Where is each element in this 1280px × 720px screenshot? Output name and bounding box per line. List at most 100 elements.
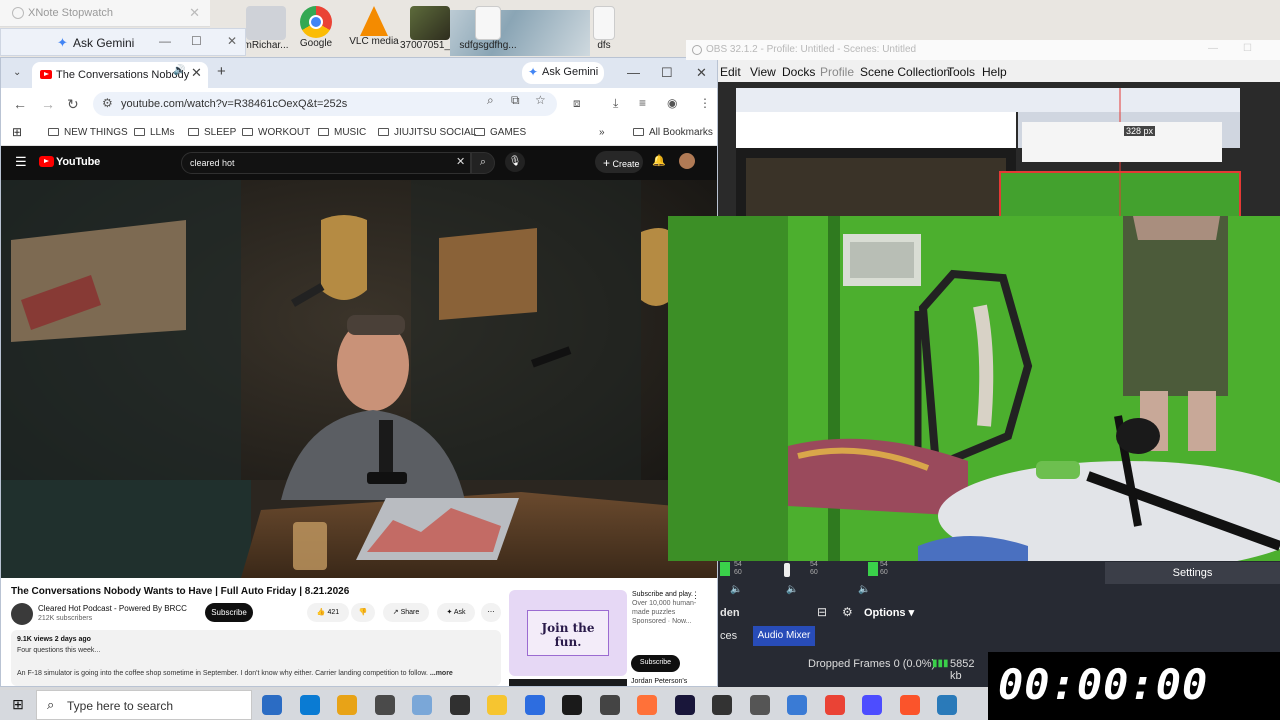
ask-gemini-button[interactable]: ✦ Ask Gemini	[522, 62, 604, 84]
youtube-search-input[interactable]: cleared hot	[181, 152, 471, 174]
channel-avatar[interactable]	[11, 603, 33, 625]
dock-gear-icon[interactable]: ⚙	[842, 605, 853, 619]
like-button[interactable]: 👍 421	[307, 603, 349, 622]
hamburger-menu-icon[interactable]: ☰	[15, 154, 27, 170]
taskbar-app-icon[interactable]	[412, 695, 432, 715]
taskbar-app-icon[interactable]	[899, 695, 920, 715]
taskbar-app-icon[interactable]	[937, 695, 957, 715]
obs-menu-profile[interactable]: Profile	[820, 65, 854, 79]
tab-search-chevron-icon[interactable]: ⌄	[13, 67, 21, 78]
taskbar-app-icon[interactable]	[674, 695, 695, 715]
subscribe-button[interactable]: Subscribe	[205, 603, 253, 622]
taskbar-app-icon[interactable]	[337, 695, 357, 715]
voice-search-mic-icon[interactable]: 🎙	[505, 152, 525, 172]
back-arrow-icon[interactable]: ←	[13, 96, 27, 112]
obs-options-dropdown[interactable]: Options ▾	[864, 604, 934, 622]
obs-preview-canvas[interactable]: 328 px	[718, 82, 1280, 218]
obs-settings-button[interactable]: Settings	[1105, 562, 1280, 584]
taskbar-app-icon[interactable]	[749, 695, 770, 715]
bookmark-folder-music[interactable]: MUSIC	[318, 127, 366, 138]
clear-search-icon[interactable]: ✕	[456, 155, 465, 168]
install-app-icon[interactable]: ⧉	[511, 93, 520, 108]
ad-subscribe-button[interactable]: Subscribe	[631, 655, 680, 672]
description-box[interactable]: 9.1K views 2 days ago Four questions thi…	[11, 630, 501, 686]
dislike-button[interactable]: 👎	[351, 603, 375, 622]
share-button[interactable]: ↗ Share	[383, 603, 429, 622]
more-menu-icon[interactable]: ⋮	[699, 96, 711, 110]
next-video-thumbnail[interactable]	[509, 679, 627, 686]
site-info-icon[interactable]: ⚙	[102, 96, 113, 110]
dock-list-icon[interactable]: ⊟	[817, 605, 827, 619]
taskbar-search-box[interactable]: ⌕ Type here to search	[36, 690, 252, 720]
window-close-button[interactable]: ✕	[696, 65, 707, 81]
taskbar-app-icon[interactable]	[824, 695, 845, 715]
channel-name[interactable]: Cleared Hot Podcast - Powered By BRCC	[38, 604, 187, 613]
bookmark-folder-new-things[interactable]: NEW THINGS	[48, 127, 128, 138]
obs-menu-view[interactable]: View	[750, 65, 776, 79]
ad-menu-icon[interactable]: ⋮	[691, 590, 700, 601]
desktop-icon-document[interactable]: sdfgsgdfhg...	[458, 6, 518, 56]
obs-titlebar[interactable]: OBS 32.1.2 - Profile: Untitled - Scenes:…	[686, 40, 1280, 60]
zoom-icon[interactable]: ⌕	[487, 93, 494, 108]
desktop-icon-vlc[interactable]: VLC media	[344, 6, 404, 56]
bookmark-folder-jiujitsu-social[interactable]: JIUJITSU SOCIAL	[378, 127, 476, 138]
bookmark-star-icon[interactable]: ☆	[535, 93, 546, 107]
taskbar-app-icon[interactable]	[299, 695, 320, 715]
ask-gemini-floating-bar[interactable]: ✦ Ask Gemini — ☐ ✕	[0, 28, 246, 56]
dock-tab-hidden[interactable]: den	[720, 607, 740, 619]
taskbar-app-icon[interactable]	[449, 695, 470, 715]
download-icon[interactable]: ⤓	[613, 96, 618, 111]
more-link[interactable]: ...more	[430, 670, 453, 677]
extensions-puzzle-icon[interactable]: ⧈	[573, 96, 581, 111]
new-tab-button[interactable]: +	[217, 63, 226, 80]
account-avatar[interactable]	[679, 153, 695, 169]
obs-minimize-icon[interactable]: —	[1208, 43, 1218, 54]
taskbar-app-icon[interactable]	[524, 695, 545, 715]
youtube-logo[interactable]: YouTube	[39, 156, 100, 168]
all-bookmarks-folder[interactable]: All Bookmarks	[633, 127, 713, 138]
taskbar-app-icon[interactable]	[712, 695, 732, 715]
search-icon[interactable]: ⌕	[471, 152, 495, 174]
apps-grid-icon[interactable]: ⊞	[12, 125, 22, 139]
taskbar-app-icon[interactable]	[487, 695, 507, 715]
dock-tab-sources[interactable]: ces	[720, 630, 737, 642]
close-icon[interactable]: ✕	[227, 34, 237, 48]
taskbar-app-icon[interactable]	[374, 695, 395, 715]
bookmark-folder-sleep[interactable]: SLEEP	[188, 127, 236, 138]
taskbar-app-icon[interactable]	[262, 695, 282, 715]
speaker-icon[interactable]: 🔊	[173, 65, 185, 76]
profile-avatar-icon[interactable]: ◉	[667, 96, 677, 110]
create-button[interactable]: + Create	[595, 151, 643, 173]
speaker-icon[interactable]: 🔈	[858, 584, 870, 595]
tab-close-icon[interactable]: ✕	[191, 65, 202, 81]
volume-slider-handle[interactable]	[784, 563, 790, 577]
desktop-icon-document-2[interactable]: dfs	[574, 6, 634, 56]
ask-button[interactable]: ✦ Ask	[437, 603, 475, 622]
obs-maximize-icon[interactable]: ☐	[1243, 43, 1252, 54]
obs-audio-mixer-tab[interactable]: Audio Mixer	[753, 626, 815, 646]
taskbar-app-icon[interactable]	[562, 695, 582, 715]
next-video-channel[interactable]: Jordan Peterson's	[631, 678, 687, 685]
obs-menu-scene-collection[interactable]: Scene Collection	[860, 65, 950, 79]
bookmark-folder-llms[interactable]: LLMs	[134, 127, 174, 138]
video-player[interactable]: ☝	[1, 180, 717, 578]
obs-menu-docks[interactable]: Docks	[782, 65, 815, 79]
notifications-bell-icon[interactable]: 🔔	[652, 154, 666, 167]
speaker-icon[interactable]: 🔈	[730, 584, 742, 595]
taskbar-app-icon[interactable]	[862, 695, 882, 715]
taskbar-app-icon[interactable]	[599, 695, 620, 715]
windows-start-icon[interactable]: ⊞	[0, 690, 36, 720]
ad-thumbnail[interactable]: Join the fun.	[509, 590, 627, 676]
bookmarks-overflow-chevron-icon[interactable]: »	[599, 127, 605, 138]
taskbar-app-icon[interactable]	[637, 695, 657, 715]
window-maximize-button[interactable]: ☐	[661, 65, 673, 81]
forward-arrow-icon[interactable]: →	[41, 96, 55, 112]
reload-icon[interactable]: ↻	[67, 96, 79, 113]
window-minimize-button[interactable]: —	[627, 65, 640, 80]
xnote-stopwatch-titlebar[interactable]: XNote Stopwatch ✕	[0, 0, 210, 27]
xnote-close-button[interactable]: ✕	[189, 5, 200, 21]
ad-text[interactable]: Subscribe and play. Over 10,000 human-ma…	[632, 590, 712, 626]
speaker-icon[interactable]: 🔈	[786, 584, 798, 595]
taskbar-app-icon[interactable]	[787, 695, 807, 715]
bookmark-folder-games[interactable]: GAMES	[474, 127, 526, 138]
